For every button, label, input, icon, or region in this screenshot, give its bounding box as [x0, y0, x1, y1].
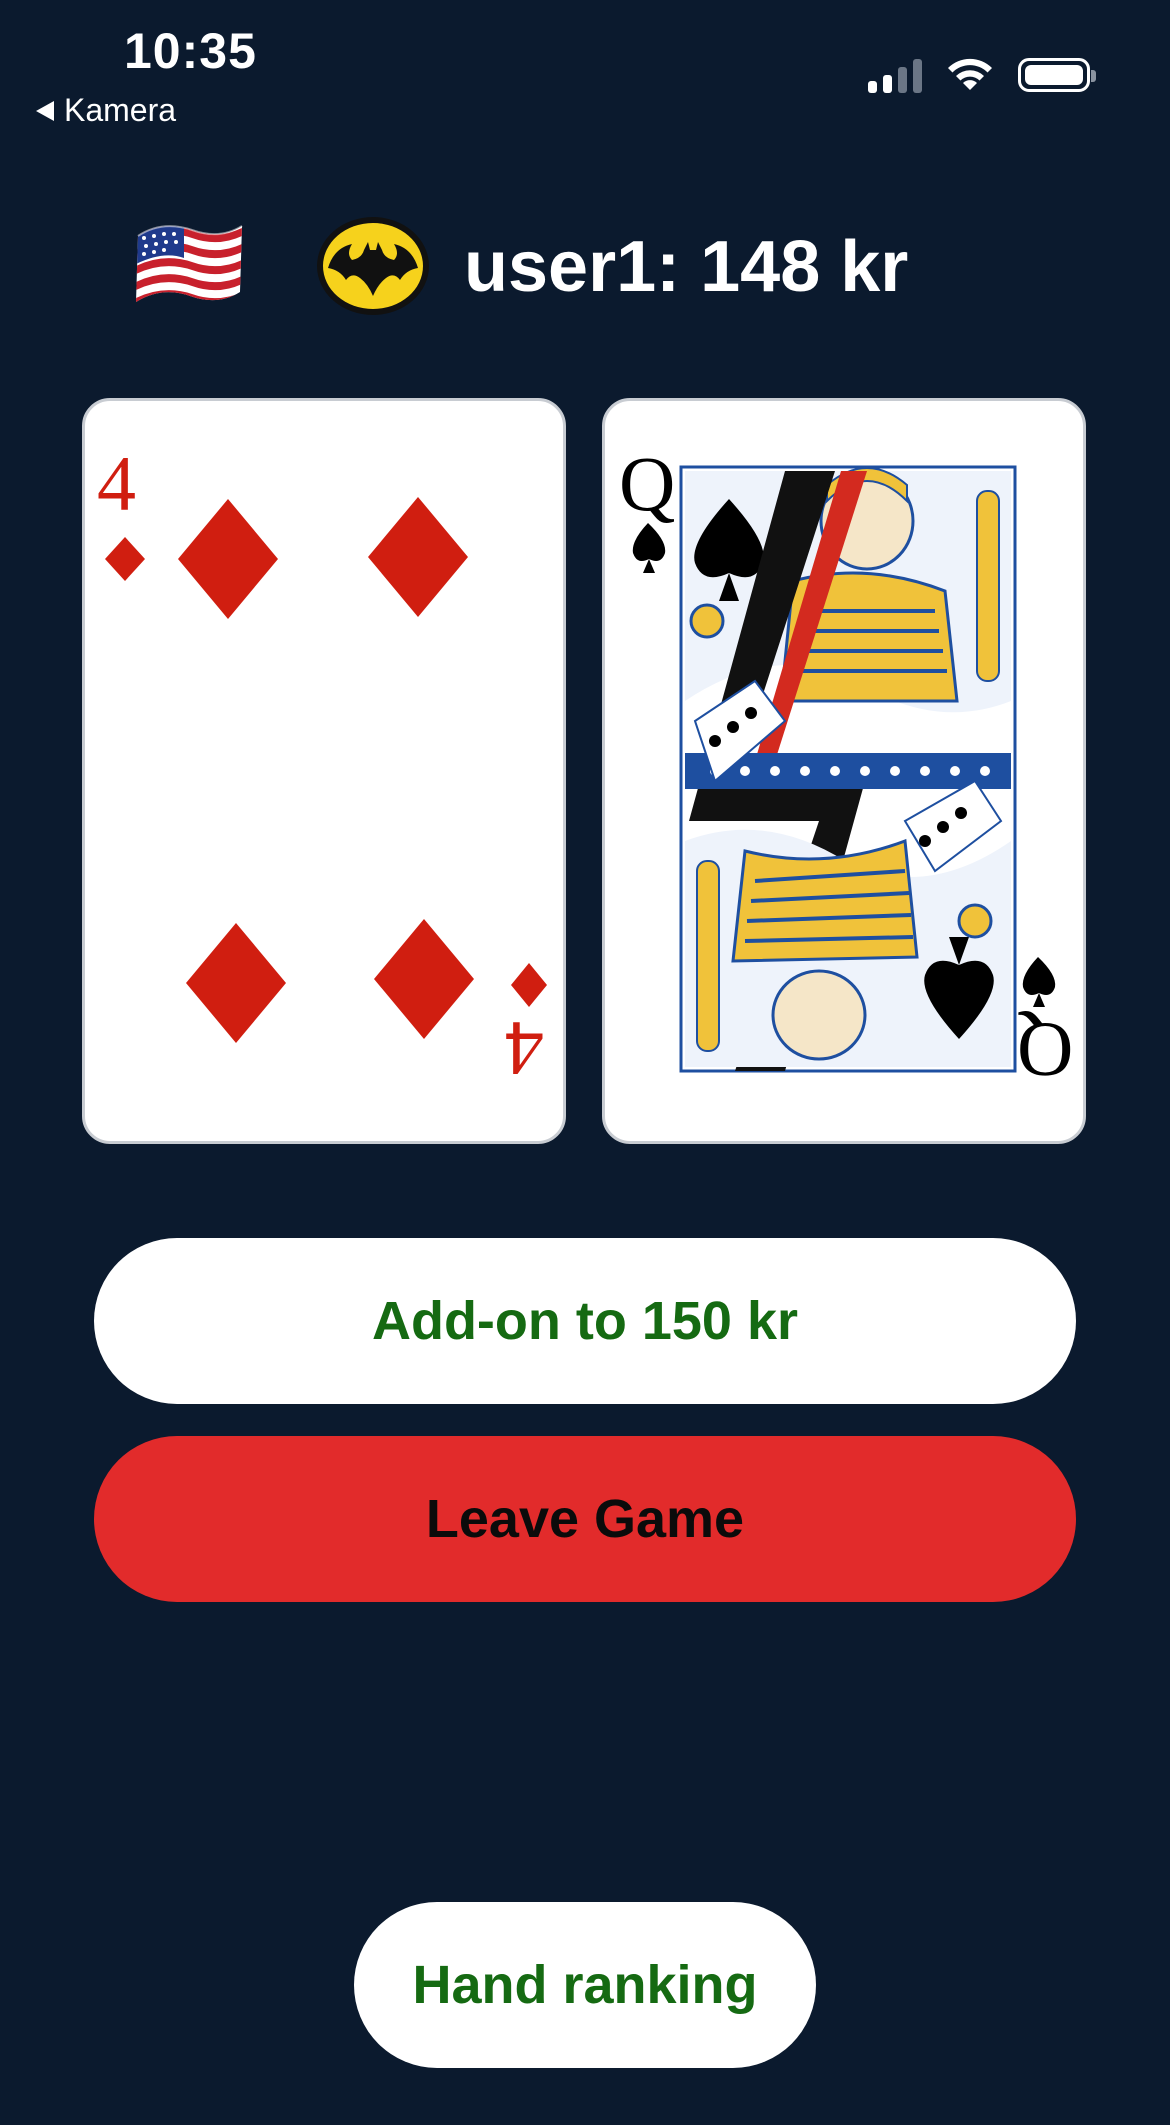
diamond-icon	[374, 919, 474, 1039]
hand-ranking-button[interactable]: Hand ranking	[354, 1902, 816, 2068]
back-link-label: Kamera	[64, 92, 177, 128]
diamond-icon	[368, 497, 468, 617]
battery-icon	[1018, 58, 1096, 92]
status-bar: 10:35 Kamera	[0, 0, 1170, 140]
diamond-icon	[178, 499, 278, 619]
add-on-button[interactable]: Add-on to 150 kr	[94, 1238, 1076, 1404]
status-time: 10:35	[124, 23, 257, 79]
card-pips	[105, 497, 547, 1043]
player-balance: user1: 148 kr	[464, 227, 909, 307]
wifi-icon	[948, 58, 992, 90]
signal-icon	[868, 57, 922, 93]
diamond-icon	[105, 537, 145, 581]
card-queen-of-spades[interactable]: Q Q	[602, 398, 1086, 1144]
diamond-icon	[186, 923, 286, 1043]
back-to-camera-link[interactable]: Kamera	[36, 92, 176, 129]
spade-icon	[632, 523, 666, 573]
diamond-icon	[511, 963, 547, 1007]
spade-icon	[1022, 957, 1056, 1007]
card-four-of-diamonds[interactable]: 4 4	[82, 398, 566, 1144]
us-flag-icon[interactable]	[132, 214, 246, 314]
player-row: user1: 148 kr	[0, 200, 1170, 330]
batman-icon[interactable]	[314, 214, 432, 318]
status-icons	[868, 56, 1096, 94]
queen-card-face	[632, 465, 1056, 1073]
leave-game-button[interactable]: Leave Game	[94, 1436, 1076, 1602]
back-arrow-icon	[36, 100, 54, 121]
